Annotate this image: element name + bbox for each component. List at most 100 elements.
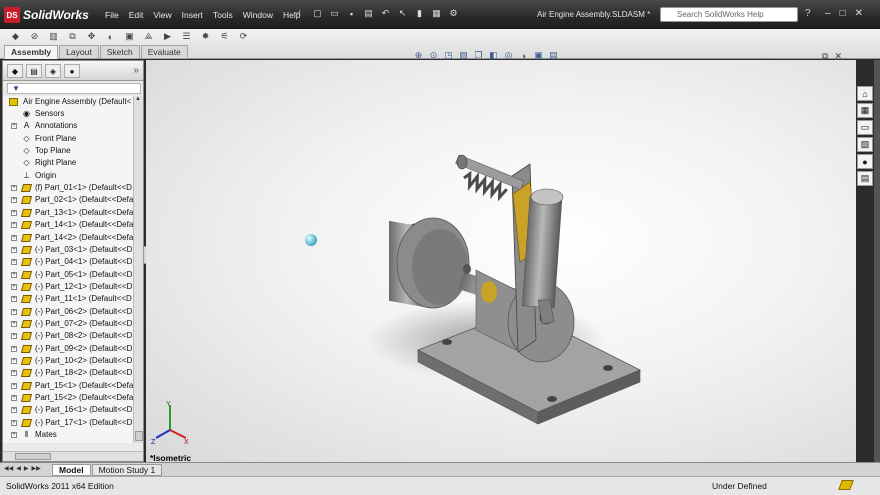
- menu-pin-icon[interactable]: ⊣: [293, 8, 303, 20]
- tree-item[interactable]: + (-) Part_04<1> (Default<<D: [3, 256, 133, 268]
- tree-item[interactable]: + A Annotations: [3, 120, 133, 132]
- tree-item[interactable]: + (-) Part_05<1> (Default<<D: [3, 269, 133, 281]
- tree-item[interactable]: ◇ Front Plane: [3, 133, 133, 145]
- bill-of-materials-icon[interactable]: ☰: [179, 30, 194, 43]
- tree-item[interactable]: + (-) Part_10<2> (Default<<D: [3, 355, 133, 367]
- expand-icon[interactable]: +: [11, 345, 17, 352]
- solidworks-resources-icon[interactable]: ⌂: [857, 86, 873, 101]
- expand-icon[interactable]: +: [11, 308, 17, 315]
- menu-window[interactable]: Window: [238, 8, 278, 22]
- brass-bushing[interactable]: [481, 281, 497, 303]
- next-tab-icon[interactable]: ▶: [24, 465, 29, 472]
- graphics-area[interactable]: Y X Z *Isometric: [146, 60, 856, 462]
- expand-icon[interactable]: +: [11, 123, 17, 130]
- minimize-icon[interactable]: –: [825, 8, 831, 19]
- exploded-view-icon[interactable]: ✸: [198, 30, 213, 43]
- undo-icon[interactable]: ↶: [378, 6, 393, 21]
- expand-icon[interactable]: +: [11, 234, 17, 241]
- tree-filter[interactable]: ▼: [7, 83, 141, 94]
- expand-icon[interactable]: +: [11, 432, 17, 439]
- tree-item[interactable]: + Part_14<1> (Default<<Defa: [3, 219, 133, 231]
- tree-item[interactable]: + (-) Part_12<1> (Default<<D: [3, 281, 133, 293]
- tree-item[interactable]: ⊥ Origin: [3, 170, 133, 182]
- tree-item[interactable]: + Part_14<2> (Default<<Defa: [3, 232, 133, 244]
- expand-icon[interactable]: +: [11, 333, 17, 340]
- expand-icon[interactable]: +: [11, 185, 17, 192]
- menu-edit[interactable]: Edit: [124, 8, 149, 22]
- explode-line-icon[interactable]: ⚟: [217, 30, 232, 43]
- property-manager-tab-icon[interactable]: ▤: [26, 64, 42, 78]
- tab-layout[interactable]: Layout: [59, 45, 99, 59]
- tree-item[interactable]: + Part_02<1> (Default<<Defa: [3, 194, 133, 206]
- tree-item[interactable]: + (-) Part_03<1> (Default<<D: [3, 244, 133, 256]
- edit-appearance-icon[interactable]: ◑: [517, 49, 530, 62]
- instant3d-icon[interactable]: ⟳: [236, 30, 251, 43]
- open-file-icon[interactable]: ▭: [327, 6, 342, 21]
- expand-icon[interactable]: +: [11, 407, 17, 414]
- scroll-up-icon[interactable]: ▲: [135, 96, 141, 102]
- new-file-icon[interactable]: ▢: [310, 6, 325, 21]
- feature-manager-tab-icon[interactable]: ◆: [7, 64, 23, 78]
- display-style-icon[interactable]: ◧: [487, 49, 500, 62]
- tab-assembly[interactable]: Assembly: [4, 45, 59, 59]
- prev-tab-icon[interactable]: ◀: [16, 465, 21, 472]
- expand-icon[interactable]: +: [11, 222, 17, 229]
- menu-tools[interactable]: Tools: [208, 8, 238, 22]
- tree-item[interactable]: + (-) Part_16<1> (Default<<D: [3, 404, 133, 416]
- tree-item[interactable]: + (-) Part_11<1> (Default<<D: [3, 293, 133, 305]
- insert-components-icon[interactable]: ◆: [8, 30, 23, 43]
- tree-item[interactable]: + (-) Part_09<2> (Default<<D: [3, 343, 133, 355]
- tab-motion-study[interactable]: Motion Study 1: [91, 464, 163, 476]
- help-icon[interactable]: ?: [805, 8, 811, 19]
- view-palette-icon[interactable]: ▧: [857, 137, 873, 152]
- file-explorer-icon[interactable]: ▭: [857, 120, 873, 135]
- scroll-thumb[interactable]: [135, 431, 143, 441]
- tree-item[interactable]: + (-) Part_18<2> (Default<<D: [3, 367, 133, 379]
- show-hidden-icon[interactable]: ◐: [103, 30, 118, 43]
- tab-evaluate[interactable]: Evaluate: [140, 45, 188, 59]
- zoom-to-area-icon[interactable]: ⊙: [427, 49, 440, 62]
- tree-item[interactable]: + ⦀ Mates: [3, 429, 133, 441]
- tree-item[interactable]: + (-) Part_17<1> (Default<<D: [3, 417, 133, 429]
- display-manager-tab-icon[interactable]: ●: [64, 64, 80, 78]
- expand-icon[interactable]: +: [11, 358, 17, 364]
- horizontal-scroll-thumb[interactable]: [15, 453, 51, 460]
- tree-item[interactable]: ◇ Top Plane: [3, 145, 133, 157]
- move-component-icon[interactable]: ✥: [84, 30, 99, 43]
- rebuild-status-icon[interactable]: [838, 480, 854, 490]
- reference-geometry-icon[interactable]: ⟁: [141, 30, 156, 43]
- tree-item[interactable]: + (f) Part_01<1> (Default<<D: [3, 182, 133, 194]
- expand-icon[interactable]: +: [11, 296, 17, 303]
- view-settings-icon[interactable]: ▤: [547, 49, 560, 62]
- tab-model[interactable]: Model: [52, 464, 91, 476]
- expand-icon[interactable]: +: [11, 246, 17, 253]
- custom-properties-icon[interactable]: ▤: [857, 171, 873, 186]
- menu-insert[interactable]: Insert: [177, 8, 208, 22]
- tree-item[interactable]: ◇ Right Plane: [3, 157, 133, 169]
- maximize-icon[interactable]: □: [840, 8, 846, 19]
- section-view-icon[interactable]: ▧: [457, 49, 470, 62]
- previous-view-icon[interactable]: ◳: [442, 49, 455, 62]
- menu-view[interactable]: View: [148, 8, 176, 22]
- tree-item[interactable]: + (-) Part_06<2> (Default<<D: [3, 306, 133, 318]
- print-icon[interactable]: ▤: [361, 6, 376, 21]
- hide-show-items-icon[interactable]: ◎: [502, 49, 515, 62]
- menu-file[interactable]: File: [100, 8, 124, 22]
- tree-item[interactable]: + Part_15<2> (Default<<Defa: [3, 392, 133, 404]
- tree-item[interactable]: ◉ Sensors: [3, 108, 133, 120]
- zoom-to-fit-icon[interactable]: ⊕: [412, 49, 425, 62]
- options-icon[interactable]: ⚙: [446, 6, 461, 21]
- app-logo[interactable]: DS SolidWorks: [4, 5, 89, 25]
- last-tab-icon[interactable]: ▶▶: [31, 465, 40, 472]
- search-input[interactable]: Search SolidWorks Help: [660, 7, 798, 22]
- expand-icon[interactable]: +: [11, 283, 17, 290]
- rebuild-icon[interactable]: ▮: [412, 6, 427, 21]
- tab-sketch[interactable]: Sketch: [99, 45, 140, 59]
- configuration-manager-tab-icon[interactable]: ◈: [45, 64, 61, 78]
- new-motion-study-icon[interactable]: ▶: [160, 30, 175, 43]
- expand-icon[interactable]: +: [11, 370, 17, 377]
- tree-root-assembly[interactable]: Air Engine Assembly (Default<: [3, 96, 133, 108]
- expand-icon[interactable]: +: [11, 419, 17, 426]
- panel-expand-icon[interactable]: »: [133, 65, 139, 76]
- linear-pattern-icon[interactable]: ▥: [46, 30, 61, 43]
